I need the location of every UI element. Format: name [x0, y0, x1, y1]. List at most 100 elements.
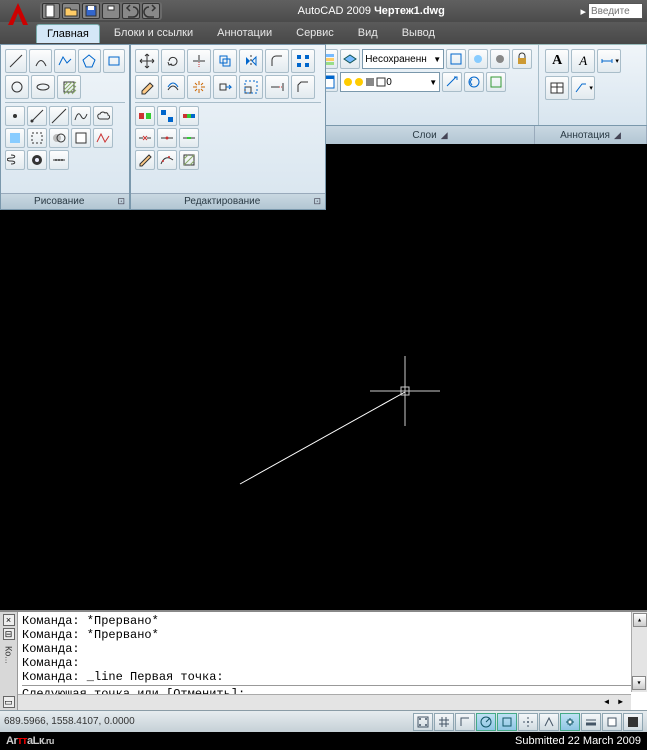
mirror-icon[interactable] [239, 49, 263, 73]
tab-annotations[interactable]: Аннотации [207, 24, 282, 42]
model-toggle[interactable] [623, 713, 643, 731]
divide-icon[interactable] [49, 150, 69, 170]
changespace-icon[interactable] [157, 106, 177, 126]
explode-icon[interactable] [187, 75, 211, 99]
scroll-up-icon[interactable]: ▴ [633, 613, 647, 627]
move-icon[interactable] [135, 49, 159, 73]
scroll-left-icon[interactable]: ◂ [603, 695, 617, 710]
stretch-icon[interactable] [213, 75, 237, 99]
panel-label-annotation[interactable]: Аннотация ◢ [535, 126, 647, 144]
region-icon[interactable] [49, 128, 69, 148]
drawing-area[interactable] [0, 144, 647, 610]
copy-icon[interactable] [213, 49, 237, 73]
qat-redo-icon[interactable] [142, 3, 160, 19]
layer-walk-icon[interactable] [486, 72, 506, 92]
otrack-toggle[interactable] [518, 713, 538, 731]
3dpoly-icon[interactable] [93, 128, 113, 148]
rotate-icon[interactable] [161, 49, 185, 73]
break-at-point-icon[interactable] [157, 128, 177, 148]
layer-off-icon[interactable] [490, 49, 510, 69]
layer-prev-icon[interactable] [464, 72, 484, 92]
chamfer-icon[interactable] [291, 75, 315, 99]
cmd-pin-icon[interactable]: ⊟ [3, 628, 15, 640]
spline-icon[interactable] [71, 106, 91, 126]
circle-icon[interactable] [5, 75, 29, 99]
ellipse-icon[interactable] [31, 75, 55, 99]
coords-readout[interactable]: 689.5966, 1558.4107, 0.0000 [4, 716, 135, 727]
layer-freeze-icon[interactable] [468, 49, 488, 69]
line-icon[interactable] [5, 49, 27, 73]
fillet-icon[interactable] [265, 49, 289, 73]
gradient-icon[interactable] [5, 128, 25, 148]
panel-launcher-icon[interactable]: ⊡ [313, 196, 321, 207]
panel-label-modify[interactable]: Редактирование ⊡ [131, 193, 325, 209]
layer-match-icon[interactable] [442, 72, 462, 92]
command-window-grip[interactable]: × ⊟ Ко... ▭ [0, 612, 18, 710]
boundary-icon[interactable] [27, 128, 47, 148]
ortho-toggle[interactable] [455, 713, 475, 731]
polyline-icon[interactable] [54, 49, 76, 73]
tab-home[interactable]: Главная [36, 24, 100, 43]
tab-tools[interactable]: Сервис [286, 24, 344, 42]
dyn-toggle[interactable] [560, 713, 580, 731]
arc-icon[interactable] [29, 49, 51, 73]
rectangle-icon[interactable] [103, 49, 125, 73]
break-icon[interactable] [135, 128, 155, 148]
offset-icon[interactable] [161, 75, 185, 99]
mtext-button[interactable]: A [545, 49, 569, 73]
helix-icon[interactable] [5, 150, 25, 170]
revcloud-icon[interactable] [93, 106, 113, 126]
edit-spline-icon[interactable] [157, 150, 177, 170]
lwt-toggle[interactable] [581, 713, 601, 731]
trim-icon[interactable] [187, 49, 211, 73]
polygon-icon[interactable] [78, 49, 100, 73]
current-layer-dropdown[interactable]: 0 ▼ [340, 72, 440, 92]
ray-icon[interactable] [27, 106, 47, 126]
layer-iso-icon[interactable] [446, 49, 466, 69]
command-history[interactable]: Команда: *Прервано* Команда: *Прервано* … [18, 612, 647, 710]
erase-icon[interactable] [135, 75, 159, 99]
tab-blocks[interactable]: Блоки и ссылки [104, 24, 203, 42]
edit-hatch-icon[interactable] [179, 150, 199, 170]
polar-toggle[interactable] [476, 713, 496, 731]
panel-launcher-icon[interactable]: ⊡ [117, 196, 125, 207]
panel-label-draw[interactable]: Рисование ⊡ [1, 193, 129, 209]
text-button[interactable]: A [571, 49, 595, 73]
qat-undo-icon[interactable] [122, 3, 140, 19]
qat-new-icon[interactable] [42, 3, 60, 19]
edit-pline-icon[interactable] [135, 150, 155, 170]
array-icon[interactable] [291, 49, 315, 73]
panel-label-layers[interactable]: Слои ◢ [326, 126, 535, 144]
scroll-right-icon[interactable]: ▸ [617, 695, 631, 710]
point-icon[interactable] [5, 106, 25, 126]
hatch-icon[interactable] [57, 75, 81, 99]
table-icon[interactable] [545, 76, 569, 100]
qp-toggle[interactable] [602, 713, 622, 731]
extend-icon[interactable] [265, 75, 289, 99]
layer-manager-icon[interactable] [340, 49, 360, 69]
qat-save-icon[interactable] [82, 3, 100, 19]
autocad-logo[interactable] [4, 1, 32, 29]
tab-view[interactable]: Вид [348, 24, 388, 42]
wipeout-icon[interactable] [71, 128, 91, 148]
scroll-down-icon[interactable]: ▾ [632, 676, 646, 690]
donut-icon[interactable] [27, 150, 47, 170]
linear-dim-icon[interactable]: ▾ [597, 49, 621, 73]
scale-icon[interactable] [239, 75, 263, 99]
layer-lock-icon[interactable] [512, 49, 532, 69]
ducs-toggle[interactable] [539, 713, 559, 731]
cmd-hscroll[interactable]: ◂ ▸ [18, 694, 631, 710]
qat-print-icon[interactable] [102, 3, 120, 19]
lengthen-icon[interactable] [179, 106, 199, 126]
join-icon[interactable] [179, 128, 199, 148]
setbylayer-icon[interactable] [135, 106, 155, 126]
cmd-options-icon[interactable]: ▭ [3, 696, 15, 708]
search-input[interactable] [588, 3, 643, 19]
snap-toggle[interactable] [413, 713, 433, 731]
grid-toggle[interactable] [434, 713, 454, 731]
tab-output[interactable]: Вывод [392, 24, 445, 42]
osnap-toggle[interactable] [497, 713, 517, 731]
xline-icon[interactable] [49, 106, 69, 126]
qat-open-icon[interactable] [62, 3, 80, 19]
layer-state-dropdown[interactable]: Несохраненн ▼ [362, 49, 444, 69]
